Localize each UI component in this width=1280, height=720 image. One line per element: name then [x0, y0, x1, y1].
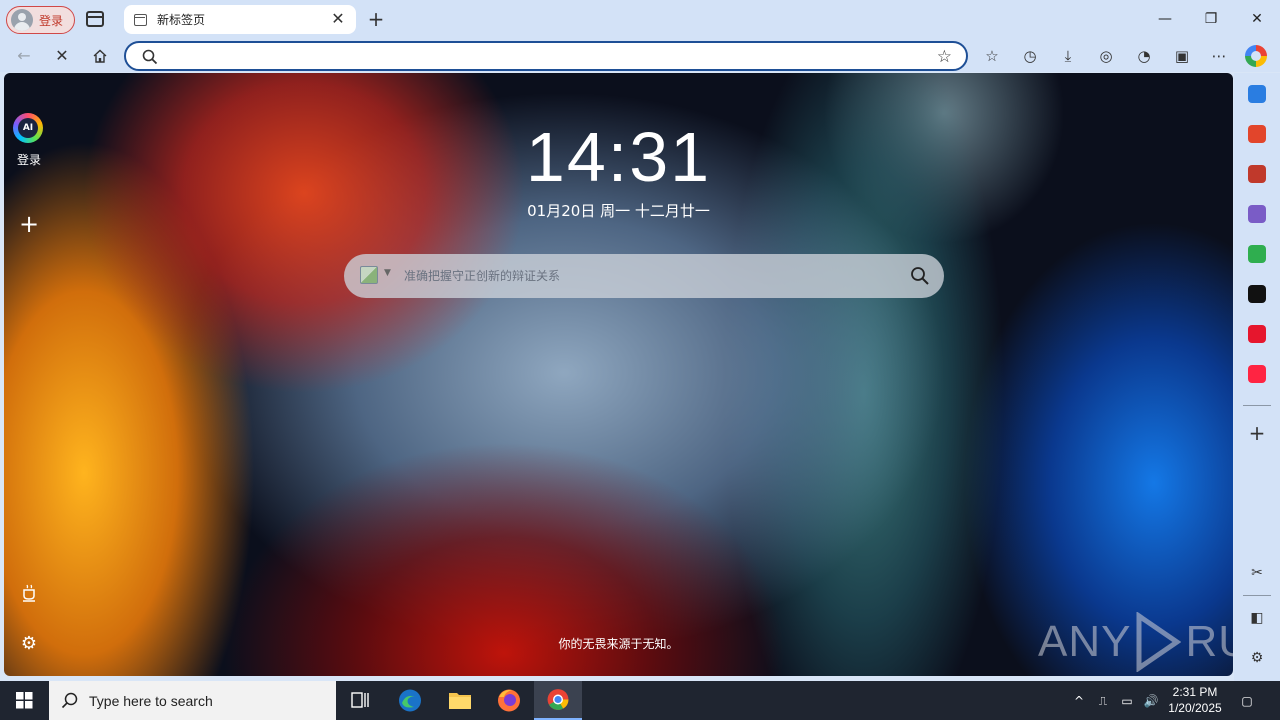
- address-bar[interactable]: ☆: [124, 41, 968, 71]
- sidebar-item-apps-icon[interactable]: [1248, 245, 1266, 263]
- sidebar-item-chess-icon[interactable]: [1248, 205, 1266, 223]
- tray-device-icon[interactable]: ⎍: [1094, 692, 1112, 710]
- bookmark-star-icon[interactable]: ☆: [937, 47, 952, 67]
- new-tab-button[interactable]: +: [366, 8, 386, 30]
- tab-actions-icon[interactable]: [86, 11, 104, 27]
- search-icon[interactable]: [910, 266, 930, 286]
- screenshot-icon[interactable]: ◎: [1096, 46, 1116, 66]
- maximize-button[interactable]: ❐: [1200, 8, 1222, 30]
- new-tab-page: 登录 + ⚙ 14:31 01月20日 周一 十二月廿一 ▼ 你的无畏来源于无知…: [4, 73, 1233, 676]
- sidebar-settings-icon[interactable]: ⚙: [1247, 648, 1267, 668]
- search-input[interactable]: [404, 265, 894, 287]
- back-button[interactable]: ←: [12, 44, 36, 68]
- sidebar-item-weibo-icon[interactable]: [1248, 325, 1266, 343]
- chevron-down-icon[interactable]: ▼: [384, 268, 391, 278]
- page-icon: [134, 13, 147, 26]
- toolbox-icon[interactable]: ▣: [1172, 46, 1192, 66]
- windows-taskbar: Type here to search ^ ⎍ ▭ 🔊 2:31 PM 1/20…: [0, 681, 1280, 720]
- sidebar-panel-icon[interactable]: ◧: [1247, 608, 1267, 628]
- chrome-icon[interactable]: [534, 681, 582, 720]
- notification-icon[interactable]: ▢: [1238, 692, 1256, 710]
- tab-new-tab[interactable]: 新标签页 ✕: [124, 5, 356, 34]
- anyrun-watermark: ANY RUN: [1038, 611, 1233, 673]
- watermark-left-text: ANY: [1038, 617, 1132, 666]
- play-logo-icon: [1136, 612, 1182, 672]
- search-icon: [61, 692, 78, 709]
- right-sidebar: + ✂ ◧ ⚙: [1234, 73, 1280, 681]
- search-engine-icon[interactable]: [360, 266, 378, 284]
- edge-browser-icon[interactable]: [386, 681, 434, 720]
- favorites-icon[interactable]: ☆: [982, 46, 1002, 66]
- file-explorer-icon[interactable]: [436, 681, 484, 720]
- stop-button[interactable]: ✕: [50, 44, 74, 68]
- taskbar-time: 2:31 PM: [1172, 685, 1218, 699]
- history-icon[interactable]: ◷: [1020, 46, 1040, 66]
- profile-button[interactable]: 登录: [6, 6, 75, 34]
- minimize-button[interactable]: —: [1154, 8, 1176, 30]
- tray-network-icon[interactable]: ▭: [1118, 692, 1136, 710]
- firefox-icon[interactable]: [485, 681, 533, 720]
- avatar-icon: [11, 9, 33, 31]
- taskbar-search-placeholder: Type here to search: [89, 692, 213, 709]
- tray-chevron-up-icon[interactable]: ^: [1070, 692, 1088, 710]
- sidebar-add-icon[interactable]: +: [1247, 423, 1267, 443]
- task-view-icon[interactable]: [336, 681, 384, 720]
- watermark-right-text: RUN: [1185, 617, 1233, 666]
- date-line: 01月20日 周一 十二月廿一: [527, 202, 710, 220]
- search-icon: [142, 49, 158, 65]
- sidebar-item-office-icon[interactable]: [1248, 125, 1266, 143]
- sidebar-divider: [1243, 595, 1271, 596]
- sidebar-item-toolbox-icon[interactable]: [1248, 165, 1266, 183]
- clock: 14:31: [525, 118, 712, 196]
- tray-volume-icon[interactable]: 🔊: [1142, 692, 1160, 710]
- tab-bar: 登录 新标签页 ✕ + — ❐ ✕: [0, 0, 1280, 40]
- tab-close-icon[interactable]: ✕: [328, 9, 348, 29]
- sidebar-divider: [1243, 405, 1271, 406]
- coffee-cup-icon[interactable]: [19, 582, 39, 602]
- profile-label: 登录: [39, 13, 64, 28]
- taskbar-date: 1/20/2025: [1168, 701, 1222, 715]
- performance-icon[interactable]: ◔: [1134, 46, 1154, 66]
- address-input[interactable]: [162, 46, 922, 66]
- tab-title: 新标签页: [157, 13, 206, 27]
- search-box[interactable]: ▼: [344, 254, 944, 298]
- home-icon[interactable]: [93, 49, 107, 63]
- sidebar-item-gift-tag-icon[interactable]: [1248, 85, 1266, 103]
- sidebar-screenshot-icon[interactable]: ✂: [1247, 563, 1267, 583]
- google-extension-icon[interactable]: [1245, 45, 1267, 67]
- windows-start-icon[interactable]: [0, 681, 48, 720]
- toolbar: ← ✕ ☆ ☆ ◷ ⤓ ◎ ◔ ▣ ⋯: [0, 40, 1280, 72]
- more-menu-icon[interactable]: ⋯: [1209, 46, 1229, 66]
- download-icon[interactable]: ⤓: [1058, 46, 1078, 66]
- sidebar-item-xiaohongshu-icon[interactable]: [1248, 365, 1266, 383]
- sidebar-item-tiktok-icon[interactable]: [1248, 285, 1266, 303]
- taskbar-clock[interactable]: 2:31 PM 1/20/2025: [1160, 684, 1230, 716]
- taskbar-search-box[interactable]: Type here to search: [49, 681, 336, 720]
- close-window-button[interactable]: ✕: [1246, 8, 1268, 30]
